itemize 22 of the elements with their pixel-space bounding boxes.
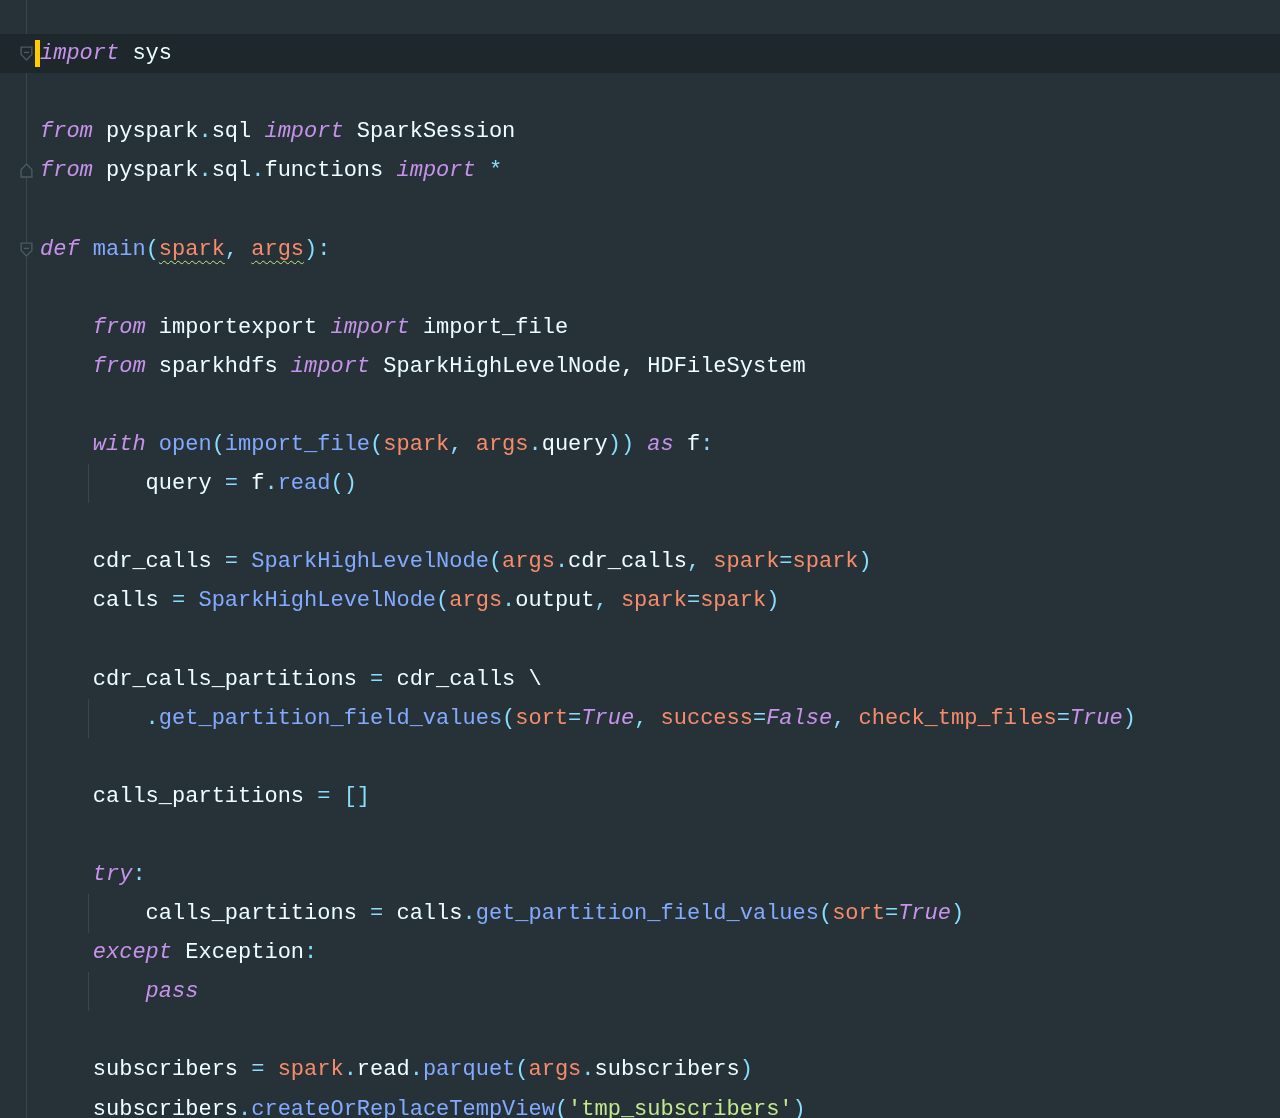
- code-line: subscribers = spark.read.parquet(args.subscribers): [91, 1056, 753, 1085]
- code-line: calls = SparkHighLevelNode(args.output, spark=spark): [91, 587, 780, 616]
- code-line: def main(spark, args):: [40, 235, 331, 264]
- fold-icon[interactable]: [19, 163, 33, 179]
- code-line: import sys: [40, 40, 173, 69]
- code-line: pass: [144, 978, 199, 1007]
- text-cursor: [35, 40, 40, 67]
- code-line: .get_partition_field_values(sort=True, success=False, check_tmp_files=True): [144, 704, 1136, 733]
- code-line: calls_partitions = calls.get_partition_field_values(sort=True): [144, 900, 965, 929]
- code-line: from pyspark.sql.functions import *: [40, 157, 503, 186]
- code-line: from importexport import import_file: [91, 313, 569, 342]
- code-line: cdr_calls = SparkHighLevelNode(args.cdr_calls, spark=spark): [91, 548, 872, 577]
- code-line: from sparkhdfs import SparkHighLevelNode, HDFileSystem: [91, 352, 806, 381]
- fold-icon[interactable]: [19, 46, 33, 62]
- code-line: query = f.read(): [144, 470, 357, 499]
- code-line: from pyspark.sql import SparkSession: [40, 118, 516, 147]
- code-line: cdr_calls_partitions = cdr_calls \: [91, 665, 542, 694]
- code-line: calls_partitions = []: [91, 782, 371, 811]
- code-line: except Exception:: [91, 939, 318, 968]
- code-line: with open(import_file(spark, args.query)) as f:: [91, 431, 714, 459]
- fold-icon[interactable]: [19, 241, 33, 257]
- code-line: try:: [91, 861, 146, 889]
